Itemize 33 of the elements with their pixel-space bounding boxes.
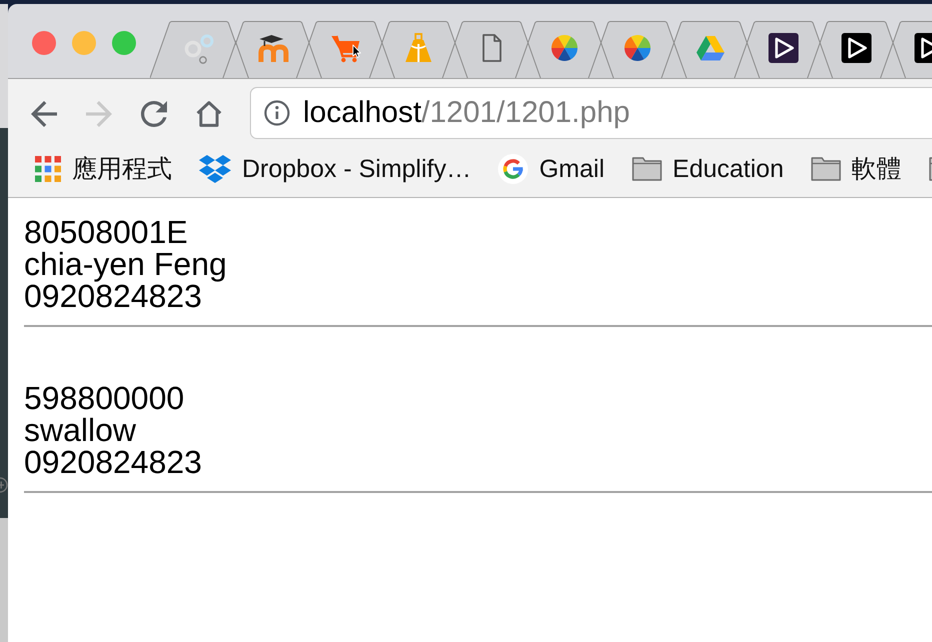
play-square-icon	[841, 33, 871, 63]
bookmark[interactable]: 應用程式	[35, 154, 172, 184]
bookmark[interactable]: Dropbox - Simplify…	[199, 154, 472, 184]
apps-grid-icon	[35, 156, 61, 182]
forward-arrow-icon	[86, 101, 112, 127]
graduation-cap-icon	[259, 35, 286, 62]
g-logo-icon	[498, 154, 528, 184]
home-icon	[196, 101, 222, 127]
play-square-icon	[768, 33, 798, 63]
back-arrow-icon	[31, 101, 57, 127]
page-icon	[483, 35, 500, 61]
person-name-text: swallow	[24, 414, 136, 446]
id-number-text: 598800000	[24, 382, 184, 414]
folder-icon	[632, 156, 662, 180]
reload-icon	[141, 101, 167, 127]
bookmark[interactable]: Education	[632, 154, 784, 184]
rings-icon	[186, 36, 212, 64]
phone-number-text: 0920824823	[24, 446, 202, 478]
tricolor-triangle-icon	[696, 36, 724, 60]
folder-icon	[810, 156, 841, 180]
bag-icon	[405, 34, 431, 62]
bookmark[interactable]: Gmail	[498, 154, 605, 184]
id-number-text: 80508001E	[24, 216, 188, 248]
url-text: localhost/1201/1201.php	[303, 95, 630, 131]
cursor-icon	[352, 44, 361, 58]
close-button[interactable]	[32, 31, 56, 55]
diamond-box-icon	[199, 154, 231, 182]
address-bar[interactable]: localhost/1201/1201.php	[250, 87, 932, 139]
person-name-text: chia-yen Feng	[24, 248, 227, 280]
color-wheel-icon	[624, 35, 650, 61]
info-icon	[264, 100, 290, 126]
bookmark[interactable]: 軟體	[810, 154, 902, 184]
color-wheel-icon	[551, 35, 577, 61]
